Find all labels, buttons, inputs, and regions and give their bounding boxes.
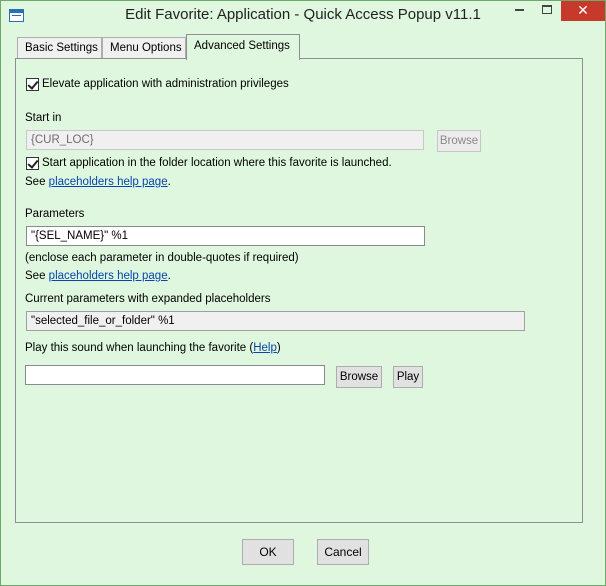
tab-basic-settings[interactable]: Basic Settings [17, 37, 102, 59]
advanced-settings-panel: Elevate application with administration … [15, 58, 583, 523]
sound-file-input[interactable] [25, 365, 325, 385]
placeholders-help-link-1[interactable]: placeholders help page [49, 176, 168, 188]
tab-advanced-settings[interactable]: Advanced Settings [186, 34, 300, 60]
close-icon: ✕ [577, 2, 589, 18]
expanded-parameters-label: Current parameters with expanded placeho… [25, 293, 271, 305]
sound-label: Play this sound when launching the favor… [25, 342, 281, 354]
ok-button[interactable]: OK [242, 539, 294, 565]
edit-favorite-window: Edit Favorite: Application - Quick Acces… [0, 0, 606, 586]
see-prefix-2: See [25, 270, 49, 282]
see-suffix-2: . [167, 270, 171, 282]
sound-help-link[interactable]: Help [253, 342, 277, 354]
maximize-button[interactable] [533, 1, 561, 21]
title-bar[interactable]: Edit Favorite: Application - Quick Acces… [1, 1, 605, 31]
expanded-parameters-field[interactable]: "selected_file_or_folder" %1 [26, 311, 525, 331]
see-placeholders-text-2: See placeholders help page. [25, 270, 171, 282]
sound-play-button[interactable]: Play [393, 366, 423, 388]
start-in-field[interactable]: {CUR_LOC} [26, 130, 424, 150]
elevate-label[interactable]: Elevate application with administration … [42, 78, 289, 90]
elevate-checkbox[interactable] [26, 78, 39, 91]
see-prefix-1: See [25, 176, 49, 188]
minimize-button[interactable] [505, 1, 533, 21]
see-suffix-1: . [167, 176, 171, 188]
start-in-folder-checkbox[interactable] [26, 157, 39, 170]
placeholders-help-link-2[interactable]: placeholders help page [49, 270, 168, 282]
close-button[interactable]: ✕ [561, 1, 605, 21]
sound-label-prefix: Play this sound when launching the favor… [25, 342, 254, 354]
enclose-note: (enclose each parameter in double-quotes… [25, 252, 299, 264]
parameters-label: Parameters [25, 208, 85, 220]
minimize-icon [514, 8, 524, 11]
start-in-folder-label[interactable]: Start application in the folder location… [42, 157, 392, 169]
sound-browse-button[interactable]: Browse [336, 366, 382, 388]
sound-label-suffix: ) [276, 342, 281, 354]
see-placeholders-text-1: See placeholders help page. [25, 176, 171, 188]
parameters-input[interactable]: "{SEL_NAME}" %1 [26, 226, 425, 246]
maximize-icon [542, 4, 552, 14]
tab-menu-options[interactable]: Menu Options [102, 37, 186, 59]
cancel-button[interactable]: Cancel [317, 539, 369, 565]
start-in-label: Start in [25, 112, 62, 124]
start-in-browse-button[interactable]: Browse [437, 130, 481, 152]
